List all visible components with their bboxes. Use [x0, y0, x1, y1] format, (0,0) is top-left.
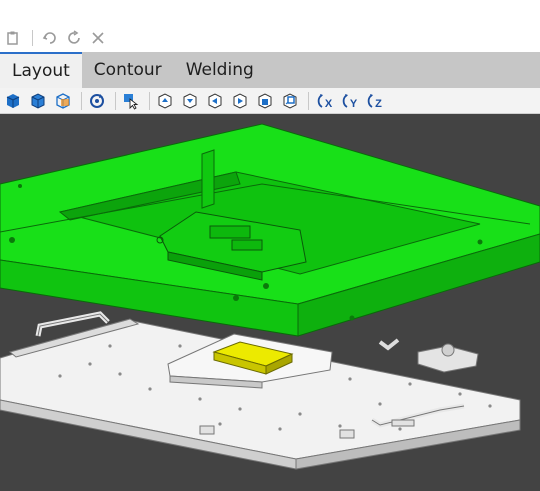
rotate-y-button[interactable]: Y: [338, 90, 360, 112]
view-toolbar: X Y Z: [0, 88, 540, 114]
view-top-icon[interactable]: [154, 90, 176, 112]
toolbar-separator: [308, 91, 309, 110]
tab-layout[interactable]: Layout: [0, 52, 82, 88]
toolbar-separator: [81, 91, 82, 110]
redo-icon[interactable]: [63, 27, 85, 49]
rotate-z-label: Z: [375, 97, 382, 110]
rotate-y-label: Y: [349, 97, 358, 110]
solid-view-icon[interactable]: [2, 90, 24, 112]
rotate-z-button[interactable]: Z: [363, 90, 385, 112]
fixture-model-render: [0, 123, 540, 470]
upper-frame: [0, 123, 540, 337]
toolbar-separator: [149, 91, 150, 110]
view-front-icon[interactable]: [254, 90, 276, 112]
close-icon[interactable]: [87, 27, 109, 49]
toolbar-separator: [32, 30, 33, 46]
rotate-view-icon[interactable]: [86, 90, 108, 112]
tab-bar: Layout Contour Welding: [0, 52, 540, 88]
view-left-icon[interactable]: [204, 90, 226, 112]
view-right-icon[interactable]: [229, 90, 251, 112]
tab-contour[interactable]: Contour: [82, 52, 174, 88]
undo-icon[interactable]: [39, 27, 61, 49]
view-back-icon[interactable]: [279, 90, 301, 112]
edit-toolbar: [0, 24, 540, 52]
wireframe-view-icon[interactable]: [52, 90, 74, 112]
lower-fixture-plate: [0, 311, 521, 470]
title-strip: [0, 0, 540, 22]
view-bottom-icon[interactable]: [179, 90, 201, 112]
rotate-x-label: X: [324, 97, 333, 110]
select-cursor-icon[interactable]: [120, 90, 142, 112]
3d-viewport[interactable]: [0, 114, 540, 491]
toolbar-separator: [115, 91, 116, 110]
rotate-x-button[interactable]: X: [313, 90, 335, 112]
tab-welding[interactable]: Welding: [174, 52, 266, 88]
paste-icon[interactable]: [2, 27, 24, 49]
shaded-edges-view-icon[interactable]: [27, 90, 49, 112]
